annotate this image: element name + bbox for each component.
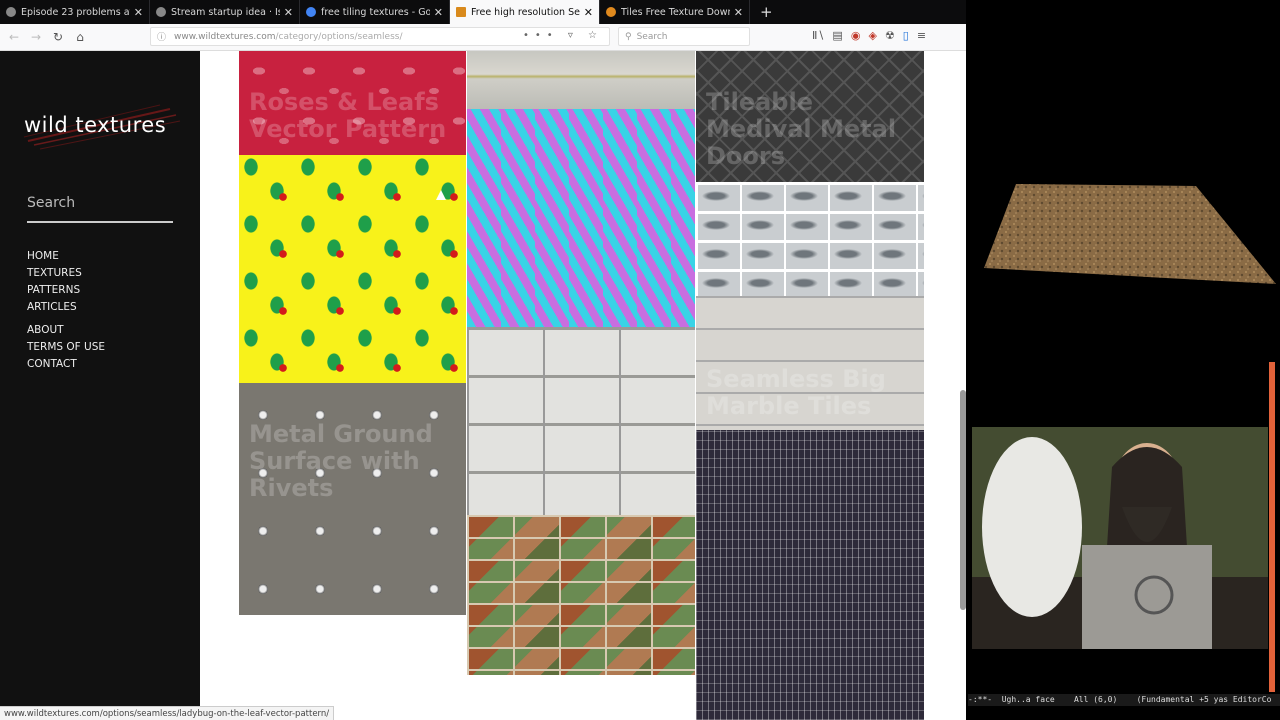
emacs-modeline: -:**- Ugh..a face All (6,0) (Fundamental… [968, 694, 1280, 706]
webcam-image [972, 427, 1268, 649]
texture-tile-concrete-stripe[interactable] [467, 51, 695, 109]
tile-label: Roses & Leafs Vector Pattern [249, 88, 447, 143]
toolbar-icons: Ⅱ∖ ▤ ◉ ◈ ☢ ▯ ≡ [812, 29, 926, 42]
tab-tiles-free-texture[interactable]: Tiles Free Texture Downl ✕ [600, 0, 750, 24]
menu-textures[interactable]: TEXTURES [27, 265, 105, 282]
google-icon [306, 7, 316, 17]
tiles-site-icon [606, 7, 616, 17]
url-host: www.wildtextures.com [174, 31, 276, 42]
menu-patterns[interactable]: PATTERNS [27, 282, 105, 299]
texture-tile-big-marble-tiles[interactable]: Seamless Big Marble Tiles [696, 296, 924, 430]
forward-icon[interactable]: → [25, 30, 47, 44]
webcam-feed [972, 427, 1268, 649]
texture-tile-marble-bricks[interactable] [696, 182, 924, 296]
browser-search-input[interactable]: ⚲ Search [618, 27, 750, 46]
texture-tile-medival-metal-doors[interactable]: Tileable Medival Metal Doors [696, 51, 924, 182]
radiation-icon[interactable]: ☢ [885, 29, 895, 42]
texture-tile-dark-embossed[interactable] [696, 430, 924, 720]
page-actions[interactable]: ••• ▿ ☆ [523, 30, 603, 41]
tile-label: Metal Ground Surface with Rivets [249, 420, 433, 502]
browser-search-placeholder: Search [636, 31, 668, 42]
status-bar: www.wildtextures.com/options/seamless/la… [0, 706, 335, 720]
tab-episode-23[interactable]: Episode 23 problems at h✕ [0, 0, 150, 24]
ublock-icon[interactable]: ◈ [868, 29, 876, 42]
search-icon: ⚲ [625, 31, 632, 42]
menu-articles[interactable]: ARTICLES [27, 299, 105, 316]
mouse-cursor-icon [436, 190, 446, 200]
site-logo[interactable]: wild textures [24, 113, 166, 137]
navigation-bar: ← → ↻ ⌂ ⓘ www.wildtextures.com/category/… [0, 24, 966, 51]
close-tab-icon[interactable]: ✕ [584, 6, 593, 19]
close-tab-icon[interactable]: ✕ [434, 6, 443, 19]
texture-tile-chevron[interactable] [467, 109, 695, 327]
texture-tile-white-tiles[interactable] [467, 327, 695, 515]
page-scrollbar[interactable] [960, 390, 966, 610]
url-path: /category/options/seamless/ [275, 31, 403, 42]
hamburger-menu-icon[interactable]: ≡ [917, 29, 926, 42]
close-tab-icon[interactable]: ✕ [734, 6, 743, 19]
info-icon[interactable]: ⓘ [157, 30, 166, 43]
close-tab-icon[interactable]: ✕ [284, 6, 293, 19]
menu-terms-of-use[interactable]: TERMS OF USE [27, 339, 105, 356]
library-icon[interactable]: Ⅱ∖ [812, 29, 824, 42]
address-bar[interactable]: ⓘ www.wildtextures.com/category/options/… [150, 27, 610, 46]
browser-window: Episode 23 problems at h✕ Stream startup… [0, 0, 966, 720]
site-search-input[interactable]: Search [27, 195, 173, 223]
texture-grid: Roses & Leafs Vector Pattern Metal Groun… [200, 51, 966, 720]
reload-icon[interactable]: ↻ [47, 30, 69, 44]
new-tab-button[interactable]: + [750, 0, 783, 24]
sidebar-icon[interactable]: ▤ [832, 29, 842, 42]
menu-about[interactable]: ABOUT [27, 322, 105, 339]
close-tab-icon[interactable]: ✕ [134, 6, 143, 19]
menu-home[interactable]: HOME [27, 248, 105, 265]
texture-tile-roses-leafs[interactable]: Roses & Leafs Vector Pattern [239, 51, 466, 155]
home-icon[interactable]: ⌂ [69, 30, 91, 44]
site-sidebar: wild textures Search HOME TEXTURES PATTE… [0, 51, 200, 720]
window-border [1269, 362, 1275, 692]
texture-tile-metal-rivets[interactable]: Metal Ground Surface with Rivets [239, 383, 466, 615]
tab-free-high-resolution[interactable]: Free high resolution Sea ✕ [450, 0, 600, 24]
texture-tile-ladybug-leaf[interactable] [239, 155, 466, 383]
tile-label: Seamless Big Marble Tiles [706, 365, 886, 420]
github-icon [156, 7, 166, 17]
menu-contact[interactable]: CONTACT [27, 356, 105, 373]
wildtextures-icon [456, 7, 466, 17]
tab-stream-startup[interactable]: Stream startup idea · Iss ✕ [150, 0, 300, 24]
extension-blue-icon[interactable]: ▯ [903, 29, 909, 42]
github-icon [6, 7, 16, 17]
texture-tile-colored-bricks[interactable] [467, 515, 695, 675]
tile-label: Tileable Medival Metal Doors [706, 88, 897, 170]
extension-icon[interactable]: ◉ [851, 29, 861, 42]
back-icon[interactable]: ← [3, 30, 25, 44]
site-menu: HOME TEXTURES PATTERNS ARTICLES ABOUT TE… [27, 248, 105, 373]
tab-bar: Episode 23 problems at h✕ Stream startup… [0, 0, 966, 24]
tab-free-tiling-textures[interactable]: free tiling textures - Goo ✕ [300, 0, 450, 24]
3d-ground-preview [984, 184, 1276, 284]
